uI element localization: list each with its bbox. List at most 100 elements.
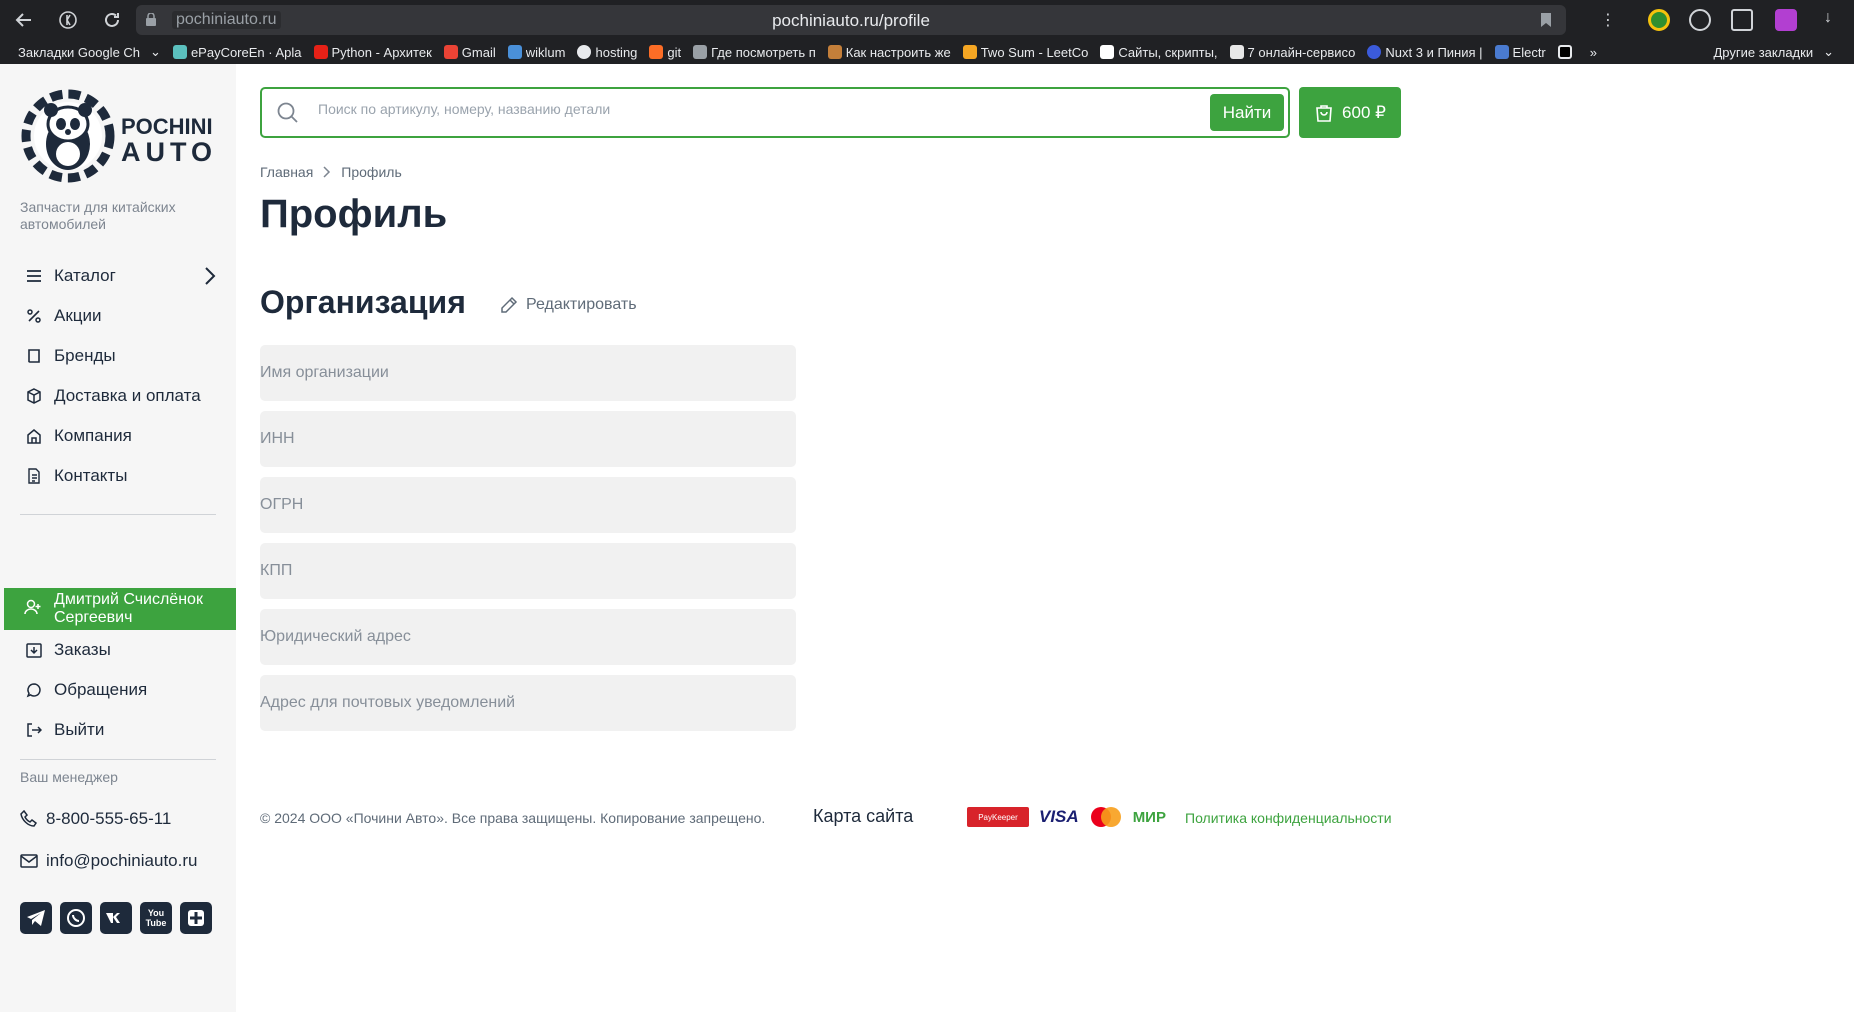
vk-icon[interactable] [100, 902, 132, 934]
ogrn-field [260, 477, 796, 533]
percent-icon [24, 306, 44, 326]
kpp-input[interactable] [260, 543, 796, 599]
sitemap-link[interactable]: Карта сайта [813, 806, 913, 827]
cart-button[interactable]: 600 ₽ [1299, 87, 1401, 138]
manager-email: info@pochiniauto.ru [46, 851, 198, 870]
bookmark-item[interactable] [1557, 45, 1572, 59]
reload-icon[interactable] [98, 6, 126, 34]
postal-address-input[interactable] [260, 675, 796, 731]
visa-logo: VISA [1039, 807, 1079, 826]
sidebar-item-label: Обращения [54, 680, 148, 699]
manager-phone: 8-800-555-65-11 [46, 809, 172, 828]
user-name: Дмитрий Счислёнок Сергеевич [54, 591, 203, 626]
bookmarks-bar: Закладки Google Ch ⌄ ePayCoreEn · Apla Py… [0, 40, 1854, 64]
breadcrumb-home[interactable]: Главная [260, 164, 313, 180]
downloads-icon[interactable]: ↓ [1817, 9, 1839, 31]
sidebar-item-logout[interactable]: Выйти [0, 710, 236, 750]
play-extension-icon[interactable] [1689, 9, 1711, 31]
whatsapp-icon[interactable] [60, 902, 92, 934]
bookmark-item[interactable]: Electr [1494, 45, 1546, 60]
site-logo[interactable]: POCHINI AUTO [18, 84, 218, 190]
other-bookmarks-folder[interactable]: Другие закладки ⌄ [1713, 44, 1834, 60]
sidebar-item-promotions[interactable]: Акции [0, 296, 236, 336]
copyright: © 2024 ООО «Почини Авто». Все права защи… [260, 810, 766, 826]
postal-address-field [260, 675, 796, 731]
manager-phone-link[interactable]: 8-800-555-65-11 [20, 809, 171, 829]
pencil-icon [501, 296, 518, 313]
sidebar-divider [20, 514, 216, 515]
sidebar-item-label: Контакты [54, 466, 128, 485]
bookmark-item[interactable]: 7 онлайн-сервисо [1229, 45, 1355, 60]
breadcrumb: Главная Профиль [260, 164, 402, 180]
back-icon[interactable] [10, 6, 38, 34]
sidebar-item-user-profile[interactable]: Дмитрий Счислёнок Сергеевич [4, 588, 236, 630]
kpp-field [260, 543, 796, 599]
privacy-policy-link[interactable]: Политика конфиденциальности [1185, 810, 1392, 826]
svg-text:POCHINI: POCHINI [121, 114, 213, 139]
youtube-icon[interactable]: You Tube [140, 902, 172, 934]
sidebar-item-requests[interactable]: Обращения [0, 670, 236, 710]
svg-text:AUTO: AUTO [121, 137, 217, 167]
extensions-icon[interactable] [1731, 9, 1753, 31]
sidebar-item-label: Компания [54, 426, 132, 445]
search-button[interactable]: Найти [1210, 94, 1284, 131]
bookmark-item[interactable]: wiklum [507, 45, 565, 60]
sidebar-item-label: Каталог [54, 266, 116, 285]
profile-extension-icon[interactable] [1775, 9, 1797, 31]
manager-email-link[interactable]: info@pochiniauto.ru [20, 851, 197, 871]
bookmark-item[interactable]: hosting [577, 45, 637, 60]
sidebar-item-label: Акции [54, 306, 102, 325]
search-input[interactable] [318, 98, 1158, 120]
menu-icon [24, 266, 44, 286]
bookmark-item[interactable]: Закладки Google Ch ⌄ [18, 44, 161, 60]
extension-1-icon[interactable] [1648, 9, 1670, 31]
sidebar: POCHINI AUTO Запчасти для китайских авто… [0, 64, 236, 1012]
sidebar-item-label: Доставка и оплата [54, 386, 201, 405]
telegram-icon[interactable] [20, 902, 52, 934]
org-name-input[interactable] [260, 345, 796, 401]
mastercard-logo [1090, 807, 1121, 827]
sidebar-item-label: Заказы [54, 640, 111, 659]
inn-field [260, 411, 796, 467]
user-icon [24, 599, 44, 619]
mir-logo: МИР [1132, 808, 1166, 826]
yandex-icon[interactable] [54, 6, 82, 34]
sidebar-item-catalog[interactable]: Каталог [0, 256, 236, 296]
bookmark-icon[interactable] [1540, 12, 1552, 28]
bookmark-item[interactable]: Как настроить же [827, 45, 951, 60]
sidebar-item-contacts[interactable]: Контакты [0, 456, 236, 496]
more-vert-icon[interactable]: ⋮ [1594, 6, 1622, 34]
breadcrumb-current: Профиль [341, 164, 402, 180]
dzen-icon[interactable] [180, 902, 212, 934]
browser-chrome: pochiniauto.ru pochiniauto.ru/profile ⋮ … [0, 0, 1854, 64]
sidebar-item-brands[interactable]: Бренды [0, 336, 236, 376]
edit-organization-button[interactable]: Редактировать [500, 296, 637, 314]
legal-address-input[interactable] [260, 609, 796, 665]
browser-toolbar: pochiniauto.ru pochiniauto.ru/profile ⋮ … [0, 0, 1854, 40]
bookmark-item[interactable]: Gmail [443, 45, 496, 60]
sidebar-item-orders[interactable]: Заказы [0, 630, 236, 670]
box-icon [24, 386, 44, 406]
legal-address-field [260, 609, 796, 665]
document-icon [24, 466, 44, 486]
address-bar[interactable]: pochiniauto.ru pochiniauto.ru/profile [136, 5, 1566, 35]
logout-icon [24, 720, 44, 740]
bookmark-item[interactable]: Где посмотреть п [693, 45, 816, 60]
sidebar-item-delivery[interactable]: Доставка и оплата [0, 376, 236, 416]
bookmark-item[interactable]: ePayCoreEn · Apla [172, 45, 302, 60]
paykeeper-logo: PayKeeper [967, 807, 1029, 827]
bookmark-item[interactable]: Сайты, скрипты, [1100, 45, 1218, 60]
bookmark-item[interactable]: Two Sum - LeetCo [962, 45, 1088, 60]
ogrn-input[interactable] [260, 477, 796, 533]
bookmark-item[interactable]: Nuxt 3 и Пиния | [1367, 45, 1483, 60]
more-bookmarks-button[interactable]: » [1590, 45, 1597, 60]
chevron-right-icon [323, 166, 331, 178]
bookmark-item[interactable]: Python - Архитек [313, 45, 432, 60]
edit-label: Редактировать [526, 296, 637, 313]
sidebar-item-company[interactable]: Компания [0, 416, 236, 456]
inn-input[interactable] [260, 411, 796, 467]
organization-title: Организация [260, 284, 466, 320]
phone-icon [20, 810, 38, 827]
book-icon [24, 346, 44, 366]
bookmark-item[interactable]: git [649, 45, 681, 60]
